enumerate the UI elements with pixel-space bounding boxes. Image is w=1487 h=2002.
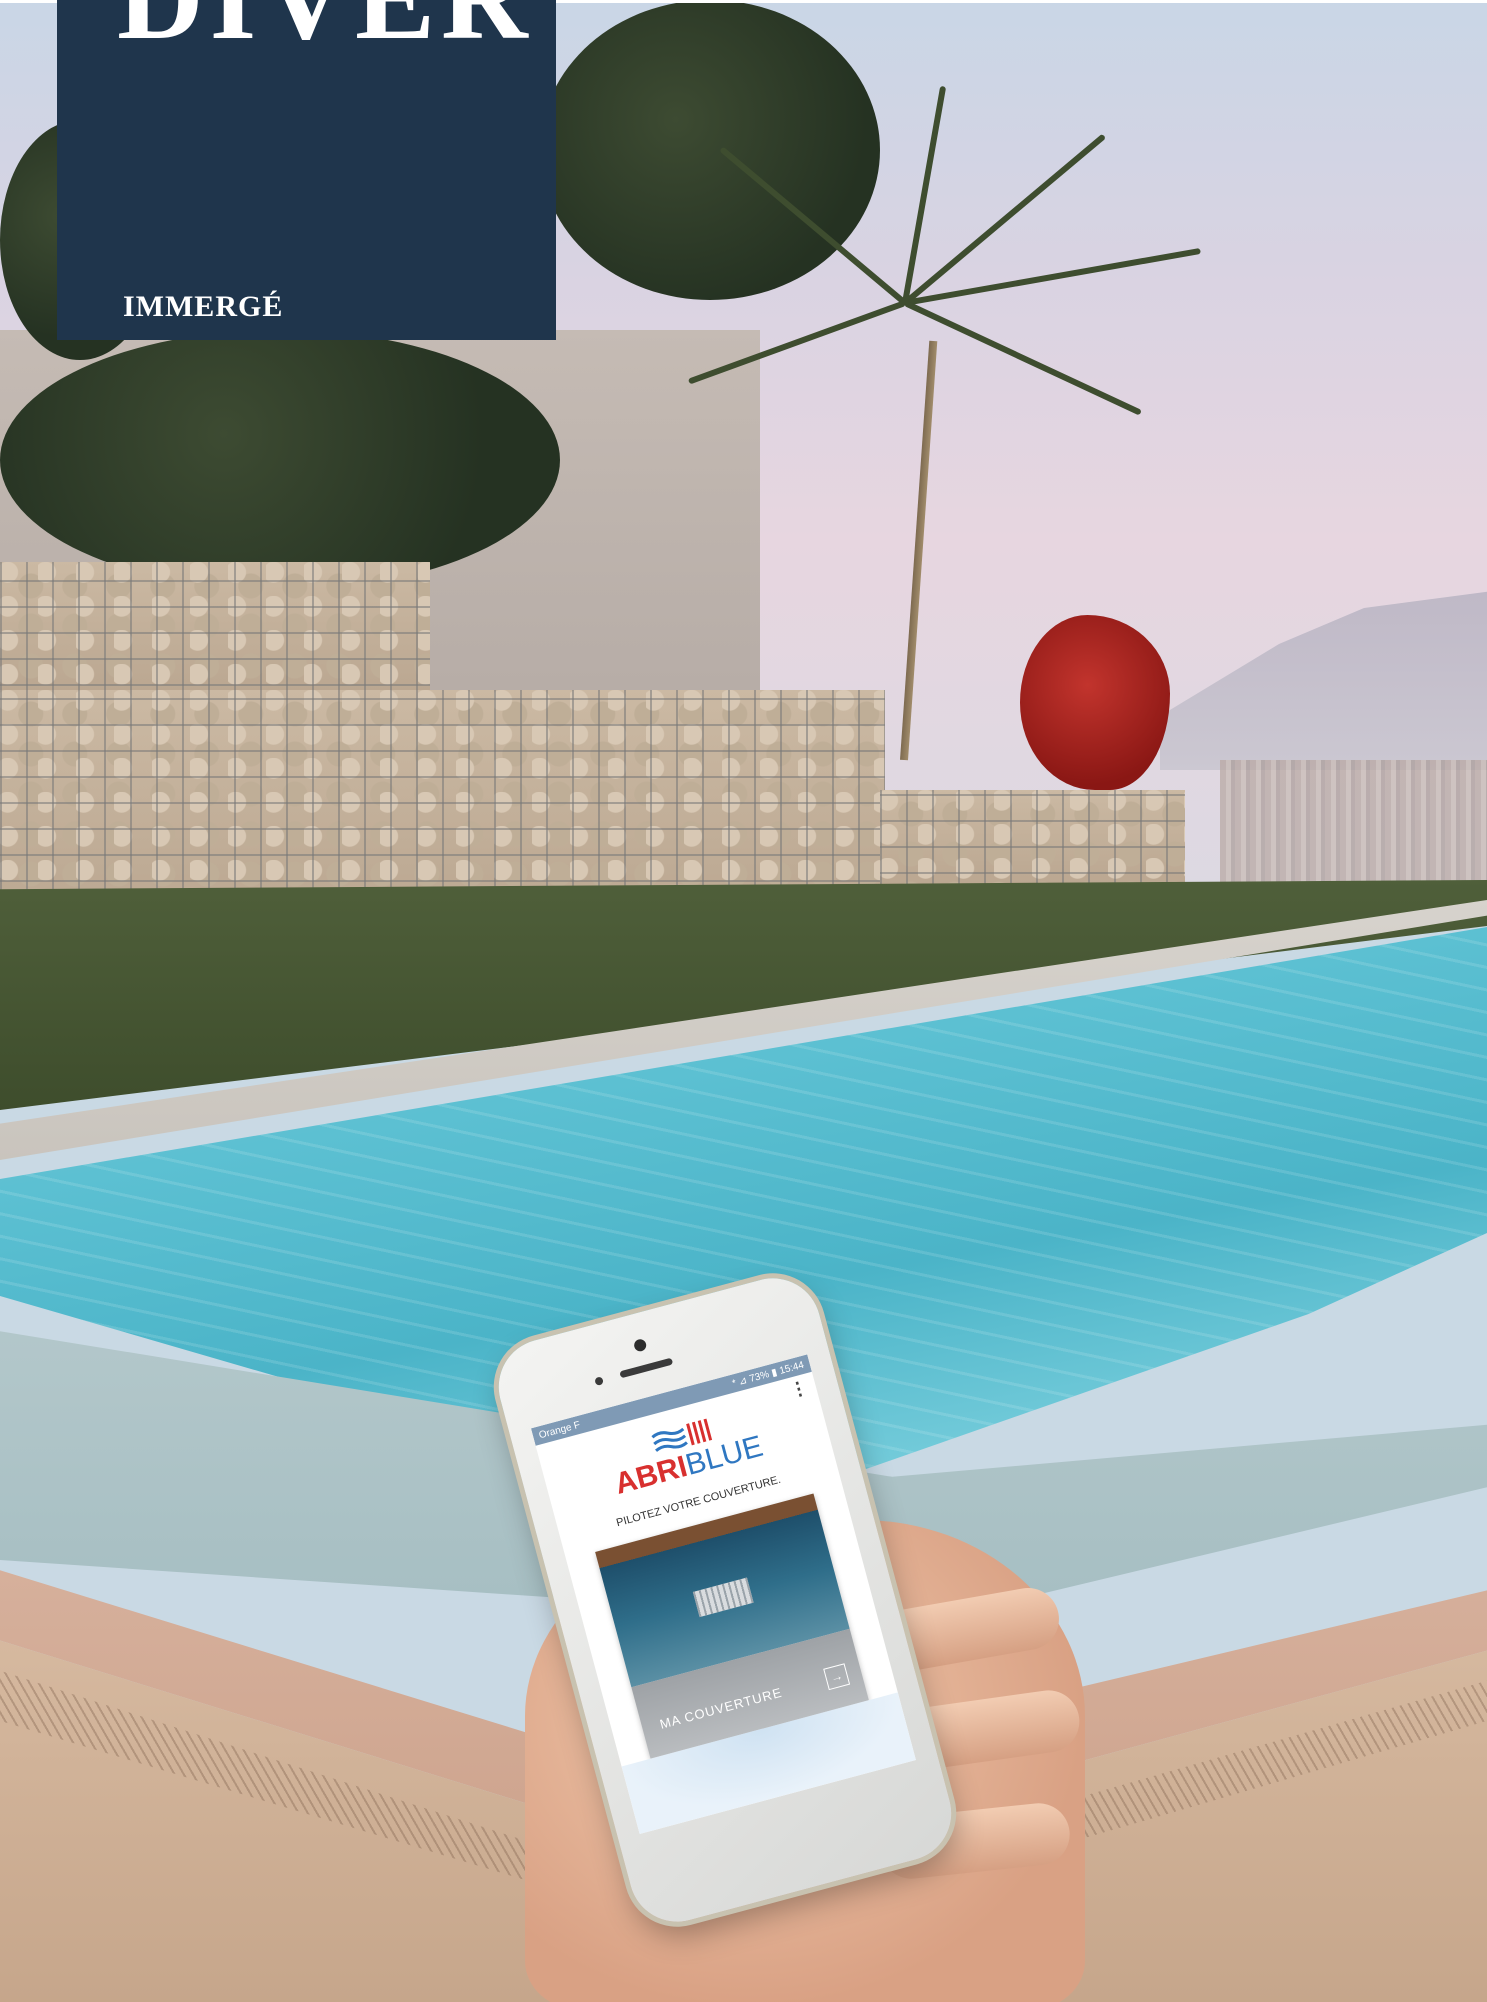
page-title: DIVER xyxy=(117,0,534,58)
proximity-sensor xyxy=(594,1376,604,1387)
page-subtitle: IMMERGÉ xyxy=(123,290,284,323)
red-sculpture xyxy=(1020,615,1170,790)
front-camera xyxy=(632,1337,648,1353)
tree-canopy xyxy=(540,0,880,300)
carrier-label: Orange F xyxy=(537,1419,582,1441)
brand-abri: ABRI xyxy=(611,1449,691,1501)
top-rule xyxy=(0,0,57,3)
shrub xyxy=(0,330,560,590)
top-rule xyxy=(556,0,1487,3)
title-block: DIVER IMMERGÉ xyxy=(57,0,556,340)
earpiece-speaker xyxy=(619,1357,674,1379)
cover-icon xyxy=(692,1577,754,1618)
